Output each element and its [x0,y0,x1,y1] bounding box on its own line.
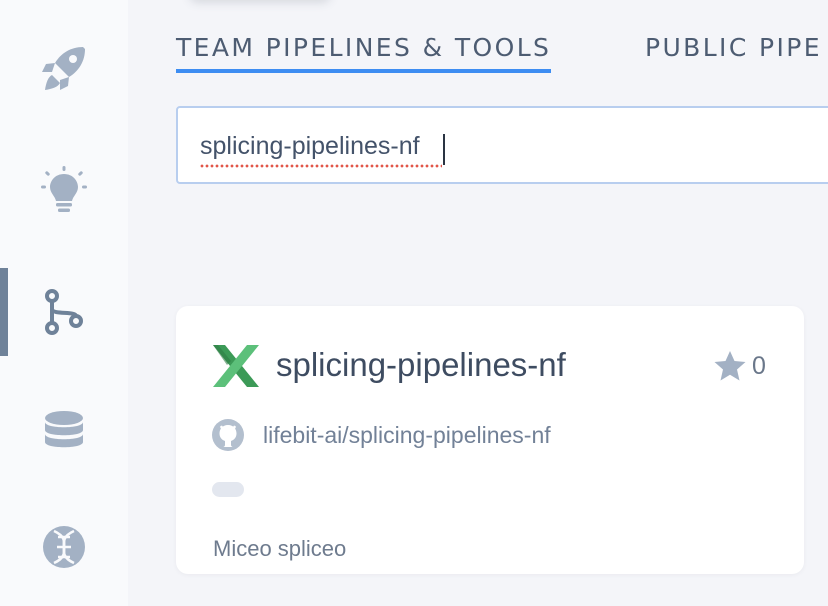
nextflow-logo-icon [211,343,261,394]
dna-icon [42,525,86,569]
star-icon[interactable] [713,350,747,387]
tab-public-pipelines-label: PUBLIC PIPE [645,33,822,62]
pipeline-title[interactable]: splicing-pipelines-nf [276,346,566,384]
pipeline-card[interactable]: splicing-pipelines-nf 0 lifebit-ai/splic… [176,306,804,574]
pipeline-fork-icon [44,289,84,335]
search-box[interactable] [176,106,828,184]
spellcheck-underline [200,164,442,168]
sidebar-item-rocket[interactable] [0,40,128,100]
database-icon [44,411,84,453]
search-input[interactable] [200,128,800,164]
repo-link[interactable]: lifebit-ai/splicing-pipelines-nf [263,422,551,449]
tab-public-pipelines[interactable]: PUBLIC PIPE [645,32,822,74]
tab-team-pipelines-label: TEAM PIPELINES & TOOLS [176,33,552,62]
github-icon [211,418,245,457]
tab-team-pipelines[interactable]: TEAM PIPELINES & TOOLS [176,32,552,74]
text-caret [443,134,445,165]
active-tab-underline [176,69,552,73]
sidebar [0,0,128,606]
lightbulb-icon [41,166,87,214]
rocket-icon [41,45,87,95]
sidebar-item-data[interactable] [0,402,128,462]
tag-pill [212,482,244,497]
sidebar-item-genomics[interactable] [0,517,128,577]
active-indicator [0,268,8,356]
sidebar-item-pipelines[interactable] [0,282,128,342]
star-count: 0 [752,352,766,380]
pipeline-description: Miceo spliceo [213,536,347,561]
sidebar-item-ideas[interactable] [0,160,128,220]
